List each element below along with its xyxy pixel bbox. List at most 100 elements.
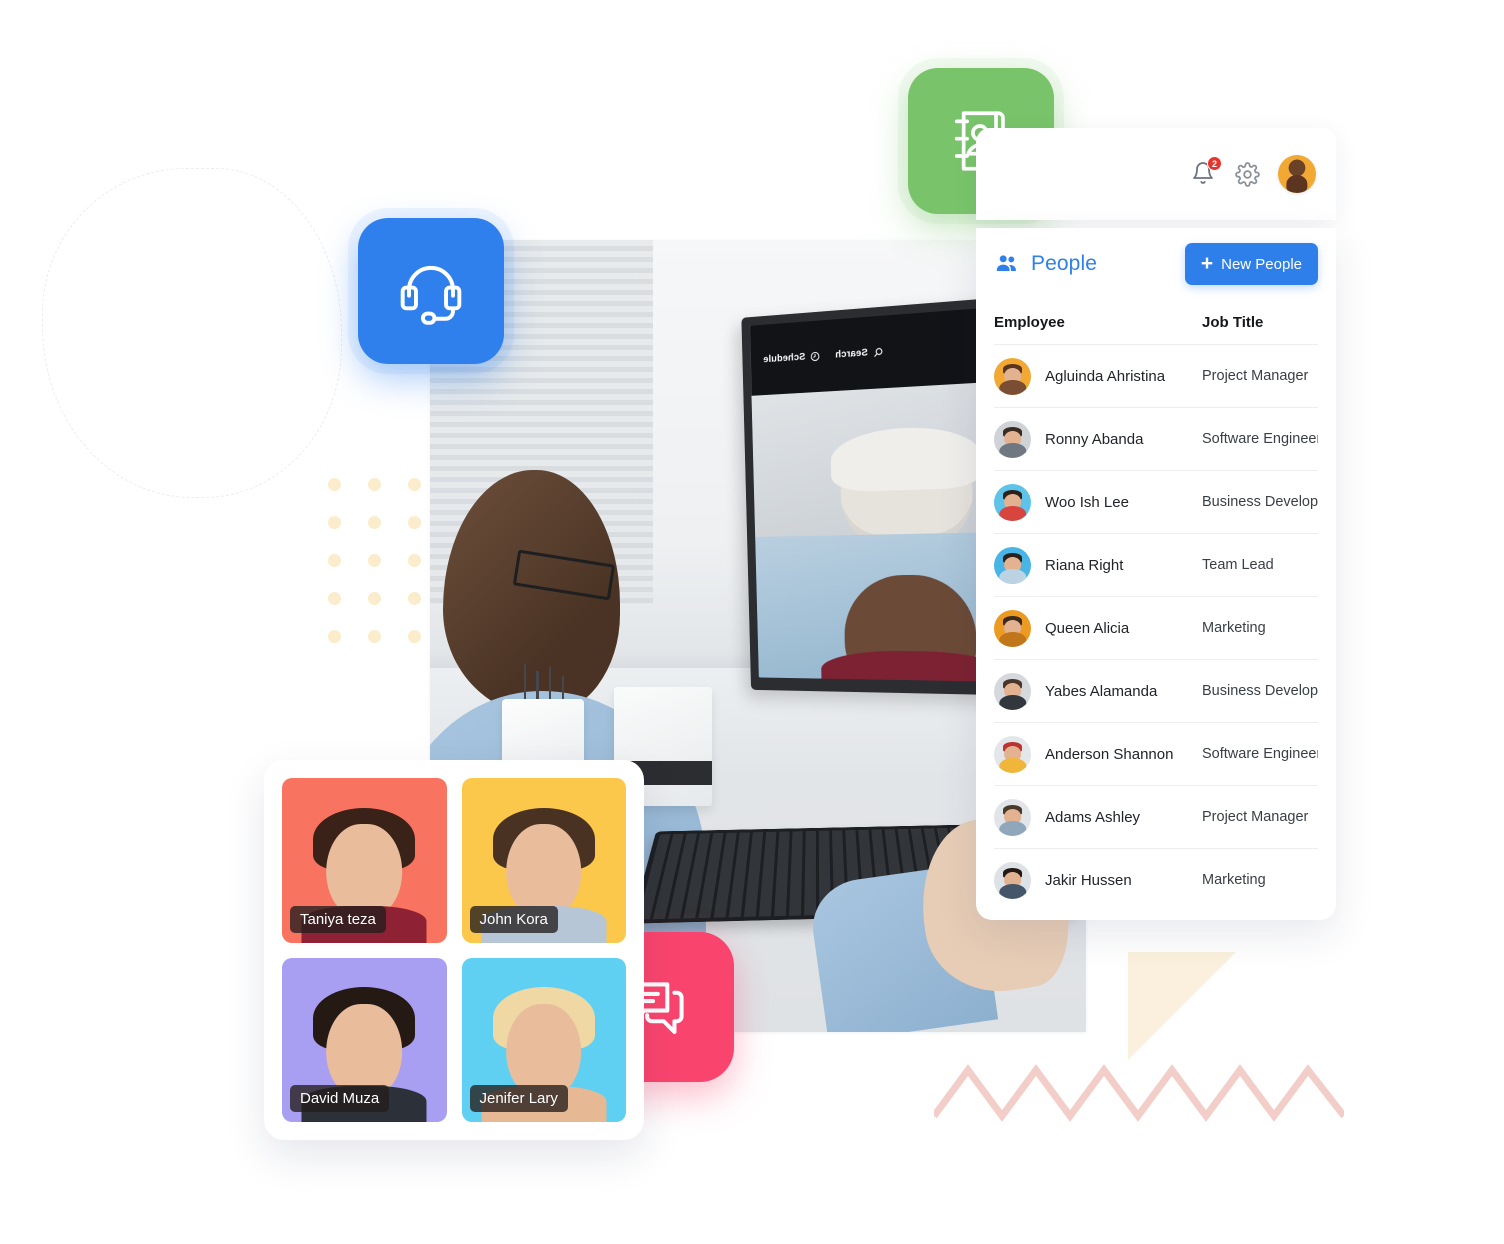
decorative-dot [328, 592, 341, 605]
cell-job-title: Business Developme [1202, 683, 1318, 699]
notification-count-badge: 2 [1207, 156, 1222, 171]
screen-schedule-label: Schedule [763, 351, 806, 366]
panel-topbar: 2 [976, 128, 1336, 220]
employee-name: Riana Right [1045, 556, 1124, 574]
table-header: Employee Job Title [994, 300, 1318, 344]
employee-name: Anderson Shannon [1045, 745, 1174, 763]
cell-job-title: Project Manager [1202, 368, 1309, 384]
avatar [994, 420, 1031, 458]
employee-name: Adams Ashley [1045, 808, 1141, 826]
photo-card[interactable]: David Muza [282, 957, 447, 1122]
employee-name: Queen Alicia [1045, 619, 1130, 637]
cell-employee: Yabes Alamanda [994, 672, 1202, 710]
cell-job-title: Marketing [1202, 620, 1266, 636]
gear-icon [1235, 161, 1260, 187]
avatar [994, 672, 1031, 710]
cell-job-title: Marketing [1202, 872, 1266, 888]
table-row[interactable]: Queen Alicia Marketing [994, 596, 1318, 659]
user-avatar[interactable] [1278, 155, 1316, 193]
panel-header: People + New People [994, 228, 1318, 300]
decorative-dot [328, 516, 341, 529]
new-people-button[interactable]: + New People [1184, 243, 1318, 285]
employee-name: Yabes Alamanda [1045, 682, 1158, 700]
decorative-zigzag [934, 1064, 1344, 1122]
panel-title-text: People [1031, 252, 1097, 275]
photo-card[interactable]: Jenifer Lary [461, 957, 626, 1122]
decorative-dot [368, 478, 381, 491]
cell-job-title: Team Lead [1202, 557, 1274, 573]
avatar [994, 546, 1031, 584]
cell-job-title: Business Developme [1202, 494, 1318, 510]
cell-employee: Agluinda Ahristina [994, 357, 1202, 395]
notifications-button[interactable]: 2 [1191, 156, 1222, 187]
avatar [994, 483, 1031, 521]
face-shape [505, 1003, 582, 1096]
cell-job-title: Software Engineer [1202, 431, 1318, 447]
cell-employee: Riana Right [994, 546, 1202, 584]
photo-card-label: Jenifer Lary [469, 1085, 568, 1112]
decorative-dot [368, 592, 381, 605]
screen-search-label: Search [835, 347, 869, 361]
avatar [994, 735, 1031, 773]
settings-button[interactable] [1235, 161, 1260, 187]
decorative-dot [368, 516, 381, 529]
cell-employee: Jakir Hussen [994, 861, 1202, 899]
plus-icon: + [1200, 251, 1214, 275]
hero-composition: Search Schedule 2 People + New People Em… [0, 0, 1504, 1244]
cell-employee: Queen Alicia [994, 609, 1202, 647]
people-table-body: Agluinda Ahristina Project Manager Ronny A… [994, 344, 1318, 911]
table-row[interactable]: Ronny Abanda Software Engineer [994, 407, 1318, 470]
employee-name: Ronny Abanda [1045, 430, 1144, 448]
decorative-dot [368, 630, 381, 643]
face-shape [505, 824, 582, 917]
decorative-dot [328, 478, 341, 491]
team-photo-grid: Taniya teza John Kora David Muza Jenifer La… [264, 760, 644, 1140]
avatar [994, 798, 1031, 836]
table-row[interactable]: Adams Ashley Project Manager [994, 785, 1318, 848]
table-row[interactable]: Anderson Shannon Software Engineer [994, 722, 1318, 785]
decorative-dot [328, 554, 341, 567]
employee-name: Jakir Hussen [1045, 871, 1132, 889]
decorative-dot [408, 630, 421, 643]
decorative-dot [368, 554, 381, 567]
face-shape [326, 1003, 403, 1096]
table-row[interactable]: Agluinda Ahristina Project Manager [994, 344, 1318, 407]
table-row[interactable]: Jakir Hussen Marketing [994, 848, 1318, 911]
headset-tile[interactable] [358, 218, 504, 364]
people-panel: People + New People Employee Job Title A… [976, 228, 1336, 920]
table-row[interactable]: Woo Ish Lee Business Developme [994, 470, 1318, 533]
employee-name: Woo Ish Lee [1045, 493, 1129, 511]
cell-employee: Anderson Shannon [994, 735, 1202, 773]
decorative-dot [408, 592, 421, 605]
screen-search: Search [835, 347, 883, 361]
decorative-triangle [1128, 952, 1236, 1060]
decorative-arc-outline [42, 168, 342, 498]
panel-title: People [994, 251, 1097, 277]
cell-job-title: Project Manager [1202, 809, 1309, 825]
avatar [994, 609, 1031, 647]
new-people-label: New People [1221, 255, 1302, 273]
cell-employee: Adams Ashley [994, 798, 1202, 836]
photo-card-label: Taniya teza [290, 905, 386, 933]
photo-card[interactable]: Taniya teza [282, 778, 447, 943]
avatar [994, 357, 1031, 395]
photo-card-label: John Kora [469, 905, 558, 933]
photo-card[interactable]: John Kora [461, 778, 626, 943]
avatar [994, 861, 1031, 899]
headset-icon [400, 265, 462, 325]
people-group-icon [996, 255, 1016, 272]
face-shape [326, 824, 403, 917]
decorative-dot [408, 516, 421, 529]
column-header-job-title: Job Title [1202, 313, 1264, 331]
decorative-dot [408, 554, 421, 567]
screen-schedule: Schedule [763, 351, 820, 365]
employee-name: Agluinda Ahristina [1045, 367, 1166, 385]
table-row[interactable]: Riana Right Team Lead [994, 533, 1318, 596]
column-header-employee: Employee [994, 313, 1065, 331]
cell-job-title: Software Engineer [1202, 746, 1318, 762]
decorative-dot [328, 630, 341, 643]
photo-card-label: David Muza [290, 1085, 390, 1112]
cell-employee: Ronny Abanda [994, 420, 1202, 458]
table-row[interactable]: Yabes Alamanda Business Developme [994, 659, 1318, 722]
decorative-dot [408, 478, 421, 491]
